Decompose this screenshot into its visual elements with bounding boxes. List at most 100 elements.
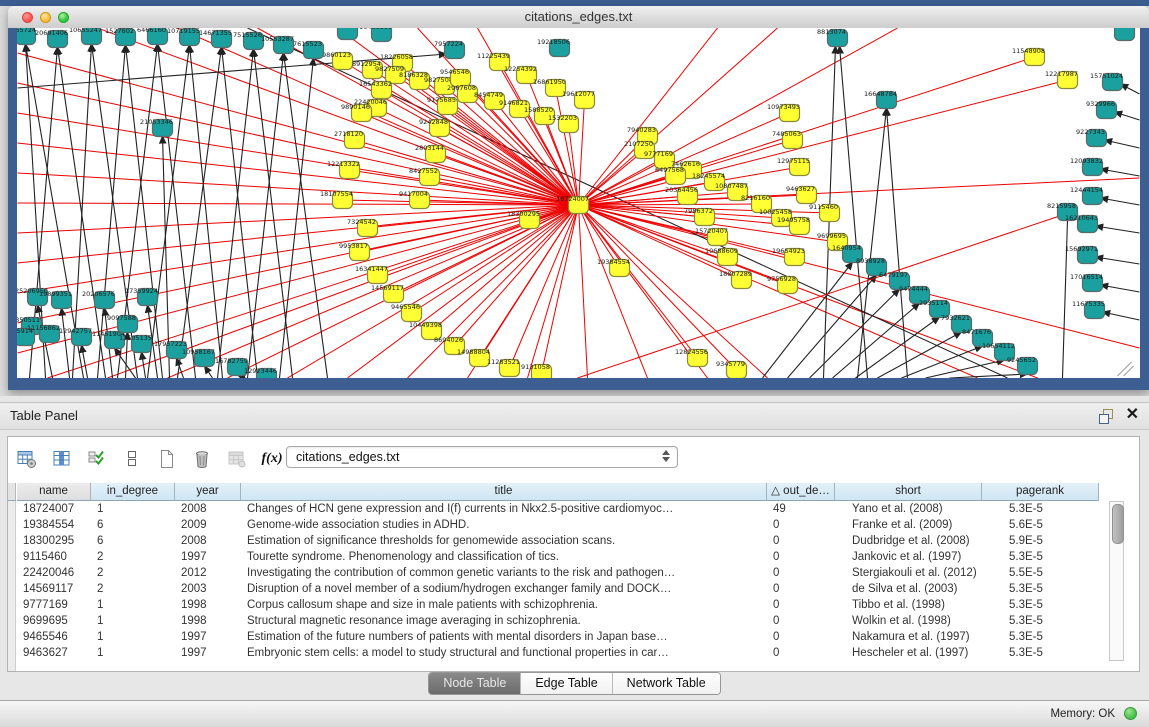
- svg-text:16861950: 16861950: [533, 78, 566, 86]
- table-cell: 2003: [175, 581, 241, 597]
- table-row[interactable]: 946362711997Embryonic stem cells: a mode…: [17, 645, 1099, 661]
- svg-text:19899351: 19899351: [39, 290, 72, 298]
- svg-text:20691406: 20691406: [35, 29, 68, 37]
- svg-text:9175685: 9175685: [427, 96, 456, 104]
- table-tab-bar: Node TableEdge TableNetwork Table: [0, 672, 1149, 698]
- table-cell: 9115460: [17, 549, 91, 565]
- table-cell: 5.5E-5: [982, 565, 1099, 581]
- network-canvas[interactable]: 1872400798601238912954182260589827509818…: [17, 28, 1140, 378]
- float-panel-icon[interactable]: [1099, 409, 1113, 423]
- table-cell: 2009: [175, 517, 241, 533]
- svg-text:8216160: 8216160: [741, 194, 770, 202]
- svg-text:10025458: 10025458: [759, 208, 792, 216]
- table-cell: 0: [767, 645, 835, 661]
- svg-text:16341447: 16341447: [355, 265, 388, 273]
- table-row[interactable]: 1938455462009Genome-wide association stu…: [17, 517, 1099, 533]
- table-cell: 5.3E-5: [982, 549, 1099, 565]
- svg-text:9953817: 9953817: [339, 242, 368, 250]
- table-corner-cell: [8, 483, 16, 501]
- svg-text:19654923: 19654923: [772, 247, 805, 255]
- table-cell: 5.6E-5: [982, 517, 1099, 533]
- close-panel-icon[interactable]: ✕: [1126, 406, 1139, 424]
- column-header-title[interactable]: title: [241, 483, 767, 501]
- table-cell: 2: [91, 565, 175, 581]
- column-header-short[interactable]: short: [835, 483, 982, 501]
- table-row[interactable]: 977716911998Corpus callosum shape and si…: [17, 597, 1099, 613]
- svg-text:19384554: 19384554: [597, 258, 630, 266]
- table-panel-titlebar: Table Panel ✕: [0, 402, 1149, 430]
- svg-text:15276072: 15276072: [325, 28, 358, 29]
- svg-text:12942757: 12942757: [59, 327, 92, 335]
- svg-text:7940283: 7940283: [627, 126, 656, 134]
- svg-text:2107250: 2107250: [624, 140, 653, 148]
- delete-table-icon[interactable]: [189, 446, 215, 472]
- svg-text:16782759: 16782759: [215, 357, 248, 365]
- table-cell: 0: [767, 565, 835, 581]
- svg-text:15692971: 15692971: [1065, 245, 1098, 253]
- svg-text:10807487: 10807487: [715, 182, 748, 190]
- svg-text:5818304: 5818304: [1104, 28, 1133, 30]
- table-select-dropdown[interactable]: citations_edges.txt: [286, 446, 678, 468]
- table-cell: Jankovic et al. (1997): [835, 549, 982, 565]
- column-header-year[interactable]: year: [175, 483, 241, 501]
- column-header-pagerank[interactable]: pagerank: [982, 483, 1099, 501]
- window-titlebar[interactable]: citations_edges.txt: [8, 6, 1149, 29]
- svg-text:8427552: 8427552: [409, 167, 438, 175]
- svg-text:2803144: 2803144: [415, 144, 444, 152]
- table-cell: Structural magnetic resonance image aver…: [241, 613, 767, 629]
- graph-node[interactable]: [338, 28, 358, 40]
- table-cell: 9699695: [17, 613, 91, 629]
- table-columns-icon[interactable]: [49, 446, 75, 472]
- svg-text:9097588: 9097588: [107, 314, 136, 322]
- function-builder-icon[interactable]: f(x): [259, 446, 285, 472]
- import-table-icon[interactable]: [224, 446, 250, 472]
- svg-text:18245574: 18245574: [692, 172, 725, 180]
- table-cell: 0: [767, 581, 835, 597]
- svg-text:9131058: 9131058: [521, 363, 550, 371]
- status-bar: Memory: OK: [0, 700, 1149, 727]
- table-row[interactable]: 1456911722003Disruption of a novel membe…: [17, 581, 1099, 597]
- column-header-out_de[interactable]: △ out_de…: [767, 483, 835, 501]
- table-row[interactable]: 946554611997Estimation of the future num…: [17, 629, 1099, 645]
- table-panel: Table Panel ✕ f(x) citations_edges.txt n…: [0, 396, 1149, 727]
- tab-edge-table[interactable]: Edge Table: [521, 673, 612, 694]
- rows-stack-icon[interactable]: [119, 446, 145, 472]
- select-rows-icon[interactable]: [84, 446, 110, 472]
- citation-network-graph[interactable]: 1872400798601238912954182260589827509818…: [17, 28, 1140, 378]
- svg-text:12824556: 12824556: [675, 348, 708, 356]
- table-row[interactable]: 969969511998Structural magnetic resonanc…: [17, 613, 1099, 629]
- tab-network-table[interactable]: Network Table: [613, 673, 720, 694]
- table-row[interactable]: 2242004622012Investigating the contribut…: [17, 565, 1099, 581]
- column-header-name[interactable]: name: [17, 483, 91, 501]
- table-cell: Corpus callosum shape and size in male p…: [241, 597, 767, 613]
- table-cell: de Silva et al. (2003): [835, 581, 982, 597]
- memory-ok-indicator[interactable]: [1124, 707, 1137, 720]
- svg-text:9417004: 9417004: [399, 190, 428, 198]
- column-header-in_degree[interactable]: in_degree: [91, 483, 175, 501]
- new-table-icon[interactable]: [154, 446, 180, 472]
- svg-text:11283521: 11283521: [487, 358, 520, 366]
- table-cell: 5.3E-5: [982, 645, 1099, 661]
- table-row[interactable]: 911546021997Tourette syndrome. Phenomeno…: [17, 549, 1099, 565]
- table-row[interactable]: 1830029562008Estimation of significance …: [17, 533, 1099, 549]
- svg-text:19612077: 19612077: [562, 90, 595, 98]
- table-row[interactable]: 1872400712008Changes of HCN gene express…: [17, 501, 1099, 517]
- svg-text:7615523: 7615523: [293, 40, 322, 48]
- table-cell: Nakamura et al. (1997): [835, 629, 982, 645]
- table-cell: 0: [767, 629, 835, 645]
- table-cell: 5.3E-5: [982, 597, 1099, 613]
- table-cell: 1: [91, 613, 175, 629]
- svg-text:9345779: 9345779: [716, 360, 745, 368]
- svg-text:10973493: 10973493: [767, 103, 800, 111]
- table-cell: 5.3E-5: [982, 581, 1099, 597]
- table-settings-icon[interactable]: [14, 446, 40, 472]
- tab-node-table[interactable]: Node Table: [429, 673, 521, 694]
- window-title: citations_edges.txt: [8, 9, 1149, 24]
- svg-text:1588520: 1588520: [524, 106, 553, 114]
- table-cell: Hescheler et al. (1997): [835, 645, 982, 661]
- svg-text:24055724: 24055724: [17, 28, 36, 34]
- scrollbar-thumb[interactable]: [1112, 504, 1124, 544]
- table-cell: Investigating the contribution of common…: [241, 565, 767, 581]
- table-vertical-scrollbar[interactable]: [1109, 501, 1124, 661]
- svg-text:2935114: 2935114: [919, 299, 948, 307]
